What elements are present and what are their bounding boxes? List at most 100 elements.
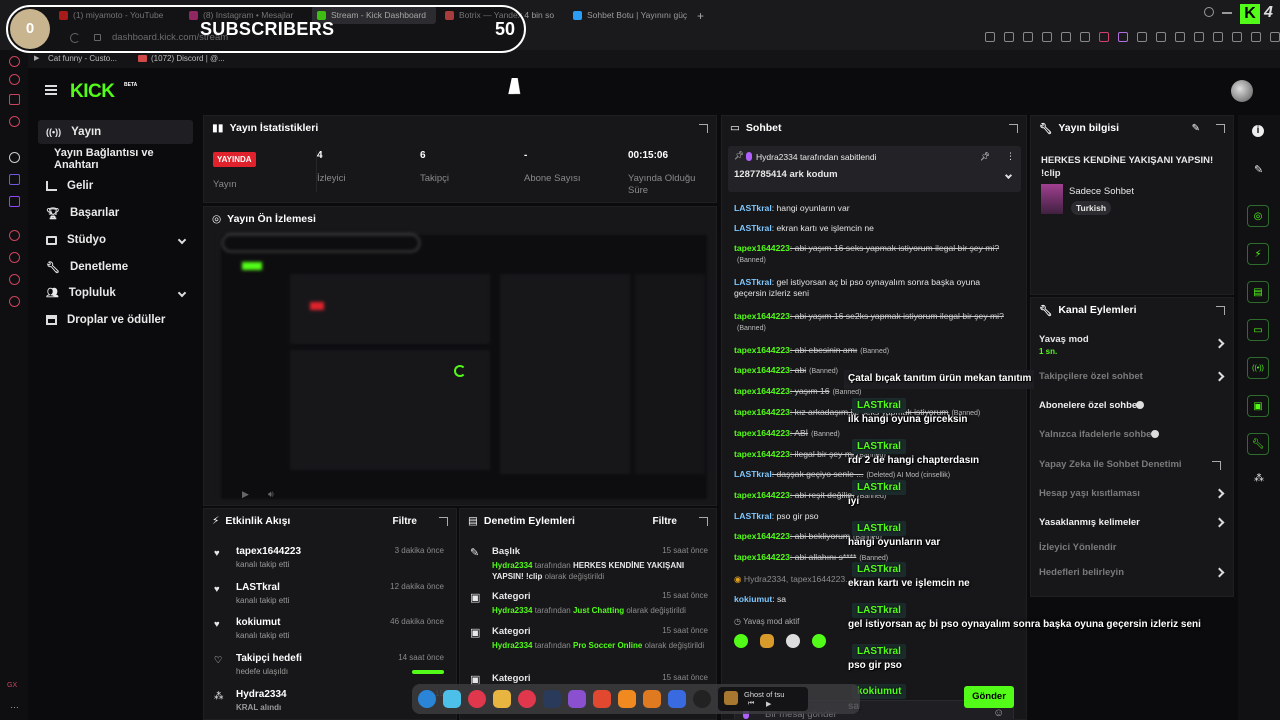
app-icon[interactable]: GX xyxy=(7,682,17,689)
search-icon[interactable] xyxy=(1204,7,1214,17)
nav-item-denetleme[interactable]: 🔧︎ Denetleme xyxy=(38,255,193,279)
extension-icon[interactable] xyxy=(1194,32,1204,42)
app-icon[interactable] xyxy=(9,94,20,105)
popout-icon[interactable] xyxy=(439,516,448,526)
channel-action-item[interactable]: Yasaklanmış kelimeler xyxy=(1039,516,1227,532)
popout-icon[interactable] xyxy=(1009,123,1018,133)
app-icon[interactable] xyxy=(9,116,20,127)
play-icon[interactable]: ▶ xyxy=(766,700,771,708)
nav-item-stream-key[interactable]: Yayın Bağlantısı ve Anahtarı xyxy=(46,147,201,171)
emote-icon[interactable] xyxy=(734,634,748,648)
channel-action-item[interactable]: İzleyici Yönlendir xyxy=(1039,541,1227,557)
chevron-right-icon[interactable] xyxy=(1214,517,1225,528)
extension-icon[interactable] xyxy=(1080,32,1090,42)
folder-icon[interactable] xyxy=(493,690,511,708)
media-widget[interactable]: Ghost of tsu ⏮ ▶ xyxy=(718,687,808,711)
app-icon[interactable] xyxy=(618,690,636,708)
extension-icon[interactable] xyxy=(1137,32,1147,42)
send-button[interactable]: Gönder xyxy=(964,686,1014,708)
app-icon[interactable] xyxy=(9,274,20,285)
bolt-button[interactable]: ⚡︎ xyxy=(1247,243,1269,265)
app-icon[interactable] xyxy=(443,690,461,708)
app-icon[interactable] xyxy=(9,296,20,307)
more-icon[interactable]: ⁂ xyxy=(1254,473,1264,484)
chat-username[interactable]: tapex1644223 xyxy=(734,386,790,396)
chat-username[interactable]: tapex1644223 xyxy=(734,531,790,541)
emote-icon[interactable] xyxy=(786,634,800,648)
extension-icon[interactable] xyxy=(1099,32,1109,42)
bookmark[interactable]: (1072) Discord | @... xyxy=(151,54,225,63)
app-icon[interactable] xyxy=(593,690,611,708)
extension-icon[interactable] xyxy=(1232,32,1242,42)
chat-username[interactable]: LASTkral xyxy=(734,469,772,479)
extension-icon[interactable] xyxy=(1156,32,1166,42)
chevron-right-icon[interactable] xyxy=(1214,567,1225,578)
extension-icon[interactable] xyxy=(1213,32,1223,42)
popout-icon[interactable] xyxy=(699,516,708,526)
popout-icon[interactable] xyxy=(1212,461,1221,470)
extension-icon[interactable] xyxy=(1118,32,1128,42)
more-icon[interactable]: ⋮ xyxy=(1006,151,1015,162)
info-icon[interactable]: i xyxy=(1252,125,1264,137)
avatar[interactable] xyxy=(1231,80,1253,102)
nav-item-studyo[interactable]: Stüdyo xyxy=(38,228,193,252)
pinned-message[interactable]: 📌︎ Hydra2334 tarafından sabitlendi 12877… xyxy=(728,146,1021,192)
chat-username[interactable]: LASTkral xyxy=(734,511,772,521)
chat-username[interactable]: tapex1644223 xyxy=(734,345,790,355)
chat-button[interactable]: ▭ xyxy=(1247,319,1269,341)
hamburger-menu-icon[interactable] xyxy=(45,85,57,87)
app-icon[interactable] xyxy=(668,690,686,708)
chat-username[interactable]: tapex1644223 xyxy=(734,490,790,500)
nav-item-droplar[interactable]: Droplar ve ödüller xyxy=(38,308,193,332)
channel-action-item[interactable]: Yapay Zeka ile Sohbet Denetimi xyxy=(1039,458,1227,474)
nav-item-gelir[interactable]: Gelir xyxy=(38,174,193,198)
emote-icon[interactable] xyxy=(760,634,774,648)
mod-tool-button[interactable]: ◎ xyxy=(1247,205,1269,227)
opera-gx-icon[interactable] xyxy=(518,690,536,708)
minimize-icon[interactable] xyxy=(1222,12,1232,14)
chevron-down-icon[interactable] xyxy=(1004,171,1013,180)
app-icon[interactable] xyxy=(9,174,20,185)
edit-icon[interactable]: ✎ xyxy=(1192,123,1200,134)
nav-item-topluluk[interactable]: 👥︎ Topluluk xyxy=(38,281,193,305)
opera-icon[interactable] xyxy=(468,690,486,708)
steam-icon[interactable] xyxy=(543,690,561,708)
pencil-icon[interactable]: ✎ xyxy=(1254,163,1263,176)
new-tab-button[interactable]: + xyxy=(697,9,704,23)
channel-action-item[interactable]: Yalnızca ifadelerle sohbet xyxy=(1039,428,1227,444)
filter-button[interactable]: Filtre xyxy=(653,516,677,527)
volume-icon[interactable]: 🔊︎ xyxy=(268,489,274,500)
unpin-icon[interactable]: 📌︎ xyxy=(980,152,990,161)
popout-icon[interactable] xyxy=(699,123,708,133)
extension-icon[interactable] xyxy=(1061,32,1071,42)
channel-action-item[interactable]: Abonelere özel sohbet xyxy=(1039,399,1227,415)
nav-item-yayin[interactable]: ((•)) Yayın xyxy=(38,120,193,144)
emote-icon[interactable] xyxy=(812,634,826,648)
chat-username[interactable]: tapex1644223 xyxy=(734,365,790,375)
chat-username[interactable]: LASTkral xyxy=(734,277,772,287)
chat-username[interactable]: tapex1644223 xyxy=(734,449,790,459)
search-app-icon[interactable] xyxy=(643,690,661,708)
popout-icon[interactable] xyxy=(1216,305,1225,315)
play-icon[interactable]: ▶ xyxy=(242,489,249,500)
extension-icon[interactable] xyxy=(1004,32,1014,42)
bookmark[interactable]: Cat funny - Custo... xyxy=(48,54,117,63)
download-icon[interactable] xyxy=(1251,32,1261,42)
popout-icon[interactable] xyxy=(1216,123,1225,133)
extension-icon[interactable] xyxy=(1023,32,1033,42)
app-icon[interactable] xyxy=(9,230,20,241)
chat-username[interactable]: tapex1644223 xyxy=(734,552,790,562)
chat-username[interactable]: LASTkral xyxy=(734,203,772,213)
panel-button[interactable]: ▣ xyxy=(1247,395,1269,417)
slow-mode-setting[interactable]: Yavaş mod 1 sn. xyxy=(1039,334,1227,356)
openai-icon[interactable] xyxy=(9,152,20,163)
app-icon[interactable] xyxy=(9,56,20,67)
more-icon[interactable]: … xyxy=(10,700,19,710)
twitch-icon[interactable] xyxy=(9,196,20,207)
app-icon[interactable] xyxy=(9,74,20,85)
chat-username[interactable]: tapex1644223 xyxy=(734,407,790,417)
extension-icon[interactable] xyxy=(1270,32,1280,42)
app-icon[interactable] xyxy=(568,690,586,708)
extension-icon[interactable] xyxy=(985,32,995,42)
chat-username[interactable]: tapex1644223 xyxy=(734,243,790,253)
